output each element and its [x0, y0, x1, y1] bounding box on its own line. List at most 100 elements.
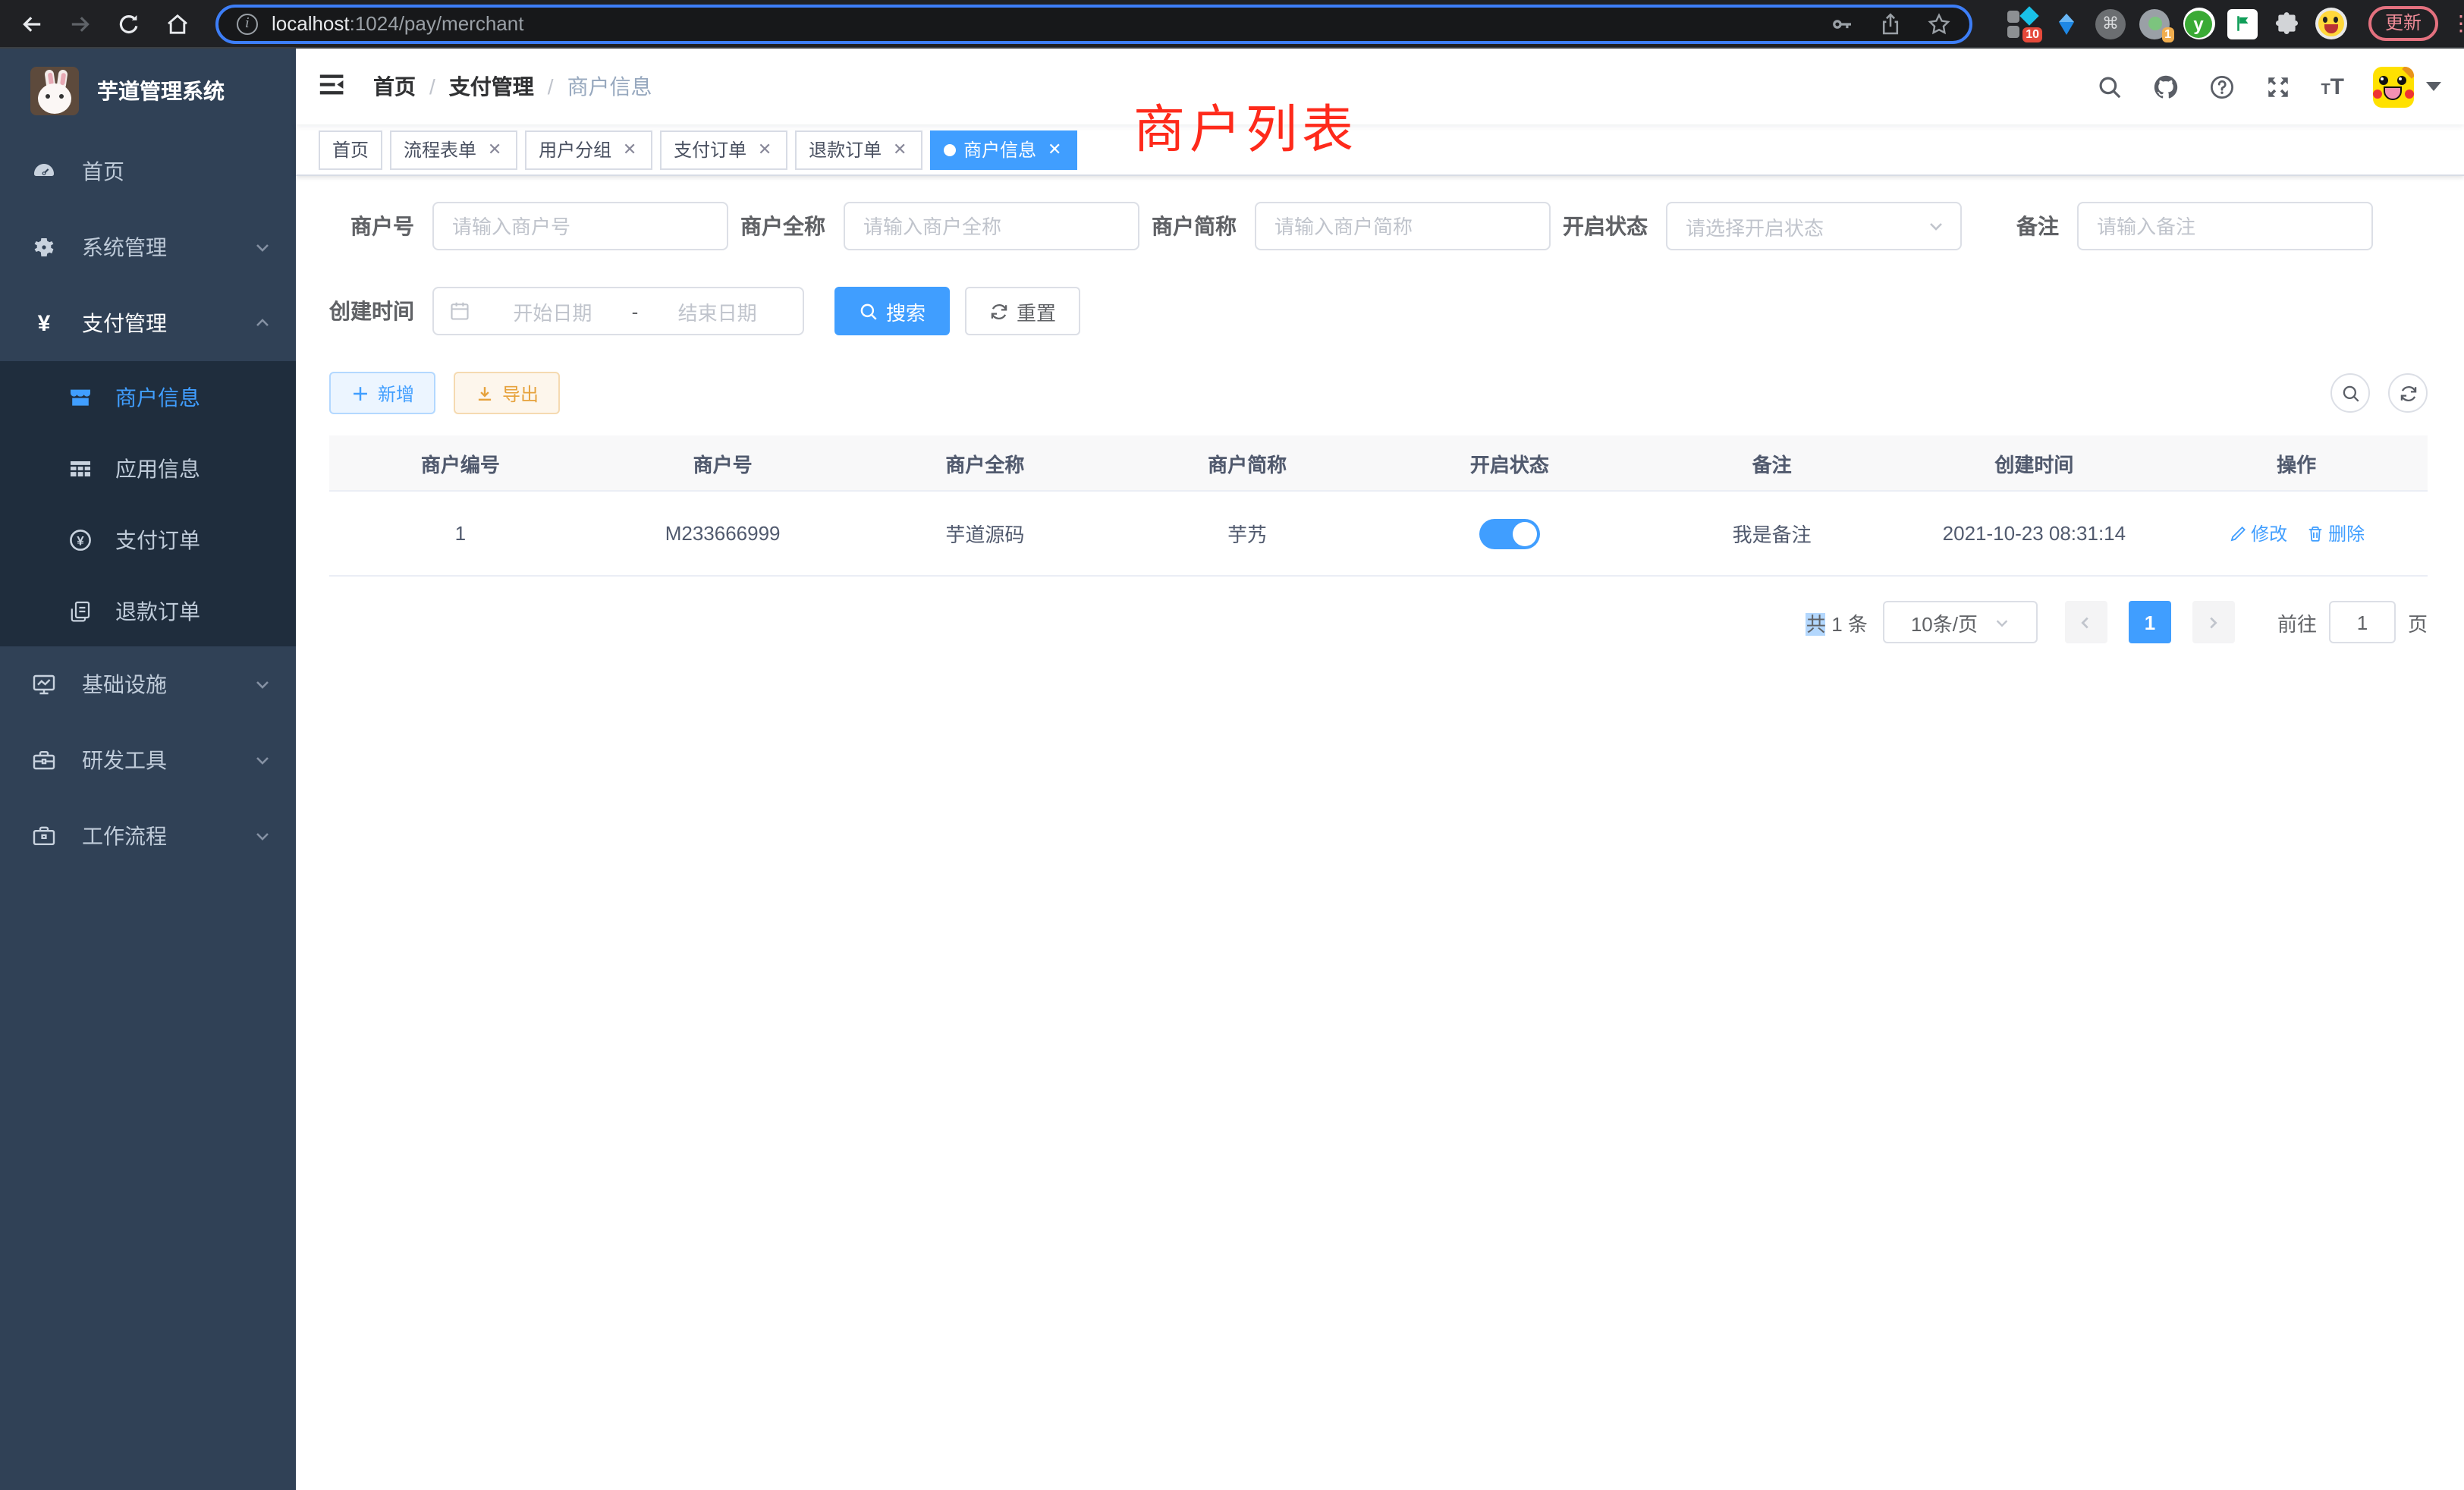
merchant-no-input[interactable] — [432, 202, 728, 250]
page-unit-label: 页 — [2408, 608, 2428, 637]
browser-back-button[interactable] — [12, 4, 52, 43]
tab-merchant-info[interactable]: 商户信息✕ — [930, 130, 1077, 169]
tab-user-group[interactable]: 用户分组✕ — [525, 130, 652, 169]
table-tools — [2330, 373, 2428, 413]
fullscreen-icon[interactable] — [2264, 73, 2292, 100]
sidebar-item-system[interactable]: 系统管理 — [0, 209, 296, 285]
close-icon[interactable]: ✕ — [1045, 140, 1064, 159]
page-size-select[interactable]: 10条/页 — [1883, 601, 2038, 643]
browser-reload-button[interactable] — [109, 4, 149, 43]
remark-input[interactable] — [2077, 202, 2373, 250]
table-header-row: 商户编号 商户号 商户全称 商户简称 开启状态 备注 创建时间 操作 — [329, 435, 2428, 490]
full-name-input[interactable] — [844, 202, 1139, 250]
sidebar-logo[interactable]: 芋道管理系统 — [0, 49, 296, 134]
search-icon — [2340, 383, 2360, 403]
share-icon[interactable] — [1878, 11, 1903, 36]
sidebar-item-app-info[interactable]: 应用信息 — [0, 432, 296, 504]
extension-puzzle-icon[interactable] — [2270, 7, 2303, 40]
sidebar-item-home[interactable]: 首页 — [0, 134, 296, 209]
password-key-icon[interactable] — [1830, 11, 1854, 36]
tab-home[interactable]: 首页 — [319, 130, 382, 169]
refresh-table-button[interactable] — [2388, 373, 2428, 413]
close-icon[interactable]: ✕ — [756, 140, 774, 159]
filter-short-name: 商户简称 — [1152, 202, 1551, 250]
extension-flag-icon[interactable] — [2226, 7, 2259, 40]
sidebar-item-refund-order[interactable]: 退款订单 — [0, 575, 296, 646]
tab-refund-order[interactable]: 退款订单✕ — [795, 130, 922, 169]
back-arrow-icon — [20, 11, 44, 36]
breadcrumb-separator: / — [429, 74, 435, 99]
delete-link[interactable]: 删除 — [2305, 520, 2365, 546]
logo-image — [30, 67, 79, 115]
close-icon[interactable]: ✕ — [891, 140, 909, 159]
prev-page-button[interactable] — [2065, 601, 2107, 643]
status-select[interactable]: 请选择开启状态 — [1666, 202, 1962, 250]
browser-menu-icon[interactable]: ⋮ — [2450, 11, 2464, 36]
table-toolbar: 新增 导出 — [329, 372, 2428, 414]
status-toggle[interactable] — [1479, 518, 1540, 549]
url-host: localhost — [272, 12, 350, 35]
date-separator: - — [623, 300, 648, 322]
export-button[interactable]: 导出 — [454, 372, 560, 414]
sidebar-item-label: 应用信息 — [115, 453, 272, 483]
search-button[interactable]: 搜索 — [834, 287, 950, 335]
cell-remark: 我是备注 — [1641, 492, 1903, 575]
goto-label: 前往 — [2277, 608, 2317, 637]
url-path: :1024/pay/merchant — [350, 12, 524, 35]
extension-notify-icon[interactable]: 1 — [2138, 7, 2171, 40]
tags-view: 首页 流程表单✕ 用户分组✕ 支付订单✕ 退款订单✕ 商户信息✕ — [296, 124, 2464, 176]
toggle-search-button[interactable] — [2330, 373, 2370, 413]
extension-scripts-icon[interactable]: 10 — [2006, 7, 2039, 40]
extension-y-icon[interactable]: y — [2182, 7, 2215, 40]
extension-command-icon[interactable]: ⌘ — [2094, 7, 2127, 40]
page-number-current[interactable]: 1 — [2129, 601, 2171, 643]
app-title: 芋道管理系统 — [97, 76, 225, 106]
site-info-icon[interactable]: i — [237, 13, 258, 34]
sidebar-item-pay[interactable]: ¥ 支付管理 — [0, 285, 296, 361]
sidebar-collapse-icon[interactable] — [319, 71, 349, 102]
tab-process-form[interactable]: 流程表单✕ — [390, 130, 517, 169]
address-bar[interactable]: i localhost:1024/pay/merchant — [215, 4, 1972, 43]
browser-forward-button[interactable] — [61, 4, 100, 43]
sidebar-item-pay-order[interactable]: ¥ 支付订单 — [0, 504, 296, 575]
bookmark-star-icon[interactable] — [1927, 11, 1951, 36]
close-icon[interactable]: ✕ — [621, 140, 639, 159]
sidebar-item-workflow[interactable]: 工作流程 — [0, 798, 296, 874]
github-icon[interactable] — [2152, 73, 2180, 100]
chevron-down-icon — [1927, 217, 1945, 235]
breadcrumb-home[interactable]: 首页 — [373, 71, 416, 102]
help-icon[interactable] — [2208, 73, 2236, 100]
sidebar-item-devtools[interactable]: 研发工具 — [0, 722, 296, 798]
tab-pay-order[interactable]: 支付订单✕ — [660, 130, 787, 169]
extension-emoji-icon[interactable] — [2314, 7, 2347, 40]
user-avatar[interactable] — [2373, 66, 2441, 107]
short-name-input[interactable] — [1255, 202, 1551, 250]
plus-icon — [350, 383, 370, 403]
column-header: 操作 — [2165, 435, 2428, 490]
browser-home-button[interactable] — [158, 4, 197, 43]
sidebar-item-infra[interactable]: 基础设施 — [0, 646, 296, 722]
edit-link[interactable]: 修改 — [2228, 520, 2287, 546]
pagination: 共 1 条 10条/页 1 前往 页 — [329, 601, 2428, 643]
cell-status — [1378, 492, 1641, 575]
extension-kite-icon[interactable] — [2050, 7, 2083, 40]
shop-icon — [67, 383, 94, 410]
browser-update-button[interactable]: 更新 — [2368, 7, 2438, 41]
breadcrumb-pay[interactable]: 支付管理 — [449, 71, 534, 102]
browser-toolbar: i localhost:1024/pay/merchant 10 ⌘ 1 — [0, 0, 2464, 49]
add-button[interactable]: 新增 — [329, 372, 435, 414]
filter-row-1: 商户号 商户全称 商户简称 开启状态 请选择开启状态 — [329, 202, 2428, 250]
filter-full-name: 商户全称 — [740, 202, 1139, 250]
date-range-picker[interactable]: 开始日期 - 结束日期 — [432, 287, 804, 335]
goto-page-input[interactable] — [2329, 601, 2396, 643]
breadcrumb: 首页 / 支付管理 / 商户信息 — [373, 71, 652, 102]
header-search-icon[interactable] — [2096, 73, 2123, 100]
next-page-button[interactable] — [2192, 601, 2235, 643]
breadcrumb-separator: / — [548, 74, 554, 99]
close-icon[interactable]: ✕ — [486, 140, 504, 159]
briefcase-icon — [30, 822, 58, 850]
font-size-icon[interactable]: TT — [2321, 74, 2344, 99]
cell-id: 1 — [329, 492, 592, 575]
sidebar-item-merchant-info[interactable]: 商户信息 — [0, 361, 296, 432]
reset-button[interactable]: 重置 — [965, 287, 1080, 335]
